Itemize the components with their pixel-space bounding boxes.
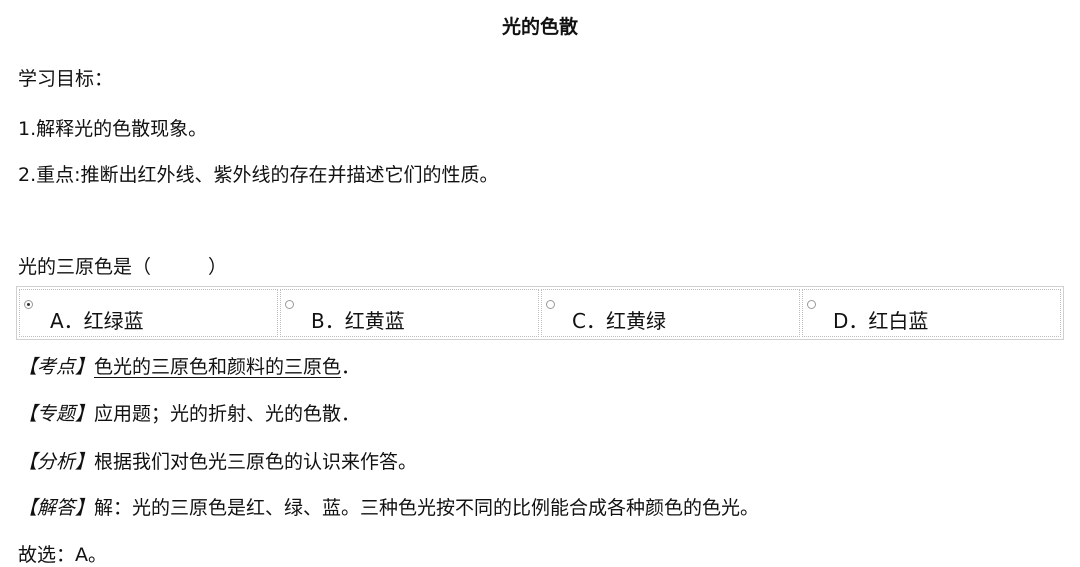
option-c-label: C．红黄绿 xyxy=(572,309,666,333)
jieda-tag: 【解答】 xyxy=(18,497,95,519)
option-d[interactable]: D．红白蓝 xyxy=(802,289,1061,337)
kaodian-link[interactable]: 色光的三原色和颜料的三原色 xyxy=(94,356,341,378)
page-title: 光的色散 xyxy=(501,16,578,38)
kaodian-row: 【考点】色光的三原色和颜料的三原色． xyxy=(18,352,360,379)
radio-c[interactable] xyxy=(546,300,555,309)
fenxi-text: 根据我们对色光三原色的认识来作答。 xyxy=(94,451,418,473)
option-b[interactable]: B．红黄蓝 xyxy=(280,289,539,337)
radio-a-selected[interactable] xyxy=(24,300,33,309)
jieda-row: 【解答】解：光的三原色是红、绿、蓝。三种色光按不同的比例能合成各种颜色的色光。 xyxy=(18,493,759,520)
option-a-label: A．红绿蓝 xyxy=(50,309,144,333)
option-b-label: B．红黄蓝 xyxy=(311,309,405,333)
option-a[interactable]: A．红绿蓝 xyxy=(19,289,278,337)
question-text: 光的三原色是（ ） xyxy=(18,256,228,278)
radio-d[interactable] xyxy=(807,300,816,309)
fenxi-tag: 【分析】 xyxy=(18,451,95,473)
objective-item-2: 2.重点:推断出红外线、紫外线的存在并描述它们的性质。 xyxy=(18,164,499,186)
kaodian-suffix: ． xyxy=(341,356,361,378)
zhuanti-text: 应用题；光的折射、光的色散． xyxy=(94,403,361,425)
radio-b[interactable] xyxy=(285,300,294,309)
options-table: A．红绿蓝 B．红黄蓝 C．红黄绿 D．红白蓝 xyxy=(16,286,1064,340)
zhuanti-tag: 【专题】 xyxy=(18,403,95,425)
answer-line: 故选：A。 xyxy=(18,544,107,566)
objectives-heading: 学习目标： xyxy=(18,68,114,90)
fenxi-row: 【分析】根据我们对色光三原色的认识来作答。 xyxy=(18,447,417,474)
kaodian-tag: 【考点】 xyxy=(18,356,95,378)
zhuanti-row: 【专题】应用题；光的折射、光的色散． xyxy=(18,399,360,426)
objective-item-1: 1.解释光的色散现象。 xyxy=(18,118,208,140)
option-d-label: D．红白蓝 xyxy=(833,309,929,333)
jieda-text: 解：光的三原色是红、绿、蓝。三种色光按不同的比例能合成各种颜色的色光。 xyxy=(94,497,760,519)
option-c[interactable]: C．红黄绿 xyxy=(541,289,800,337)
